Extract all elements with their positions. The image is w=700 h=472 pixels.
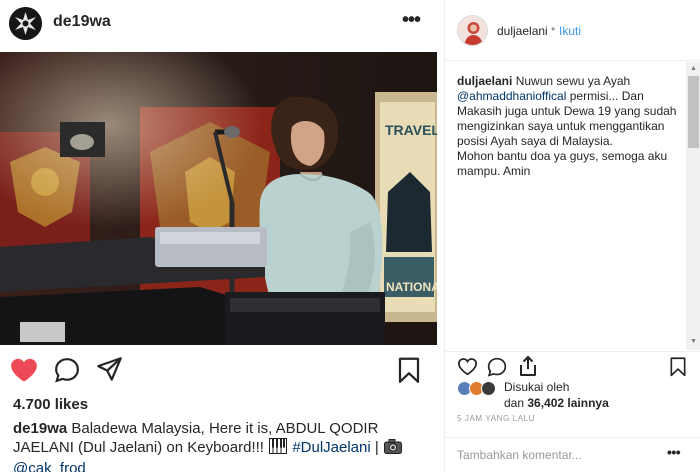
liked-others-prefix: dan bbox=[504, 396, 525, 410]
liker-avatar[interactable] bbox=[481, 381, 496, 396]
share-icon[interactable] bbox=[518, 355, 538, 377]
share-icon[interactable] bbox=[96, 356, 123, 383]
liked-by-label: Disukai oleh bbox=[504, 380, 570, 394]
add-comment-input[interactable] bbox=[457, 446, 657, 464]
caption-hashtag[interactable]: #DulJaelani bbox=[292, 439, 370, 456]
likers-avatars[interactable] bbox=[457, 381, 497, 399]
comment-icon[interactable] bbox=[487, 357, 507, 377]
poster-text-1: TRAVELS bbox=[385, 122, 437, 138]
scrollbar[interactable]: ▲ ▼ bbox=[686, 62, 700, 350]
post-photo[interactable]: TRAVELS NATIONA CAI bbox=[0, 52, 437, 345]
post-action-bar bbox=[0, 345, 437, 395]
post-header: de19wa ••• bbox=[0, 0, 437, 50]
heart-icon[interactable] bbox=[457, 357, 478, 376]
more-options-icon[interactable]: ••• bbox=[667, 444, 681, 460]
follow-button[interactable]: Ikuti bbox=[559, 24, 581, 38]
comments-area[interactable]: duljaelani Nuwun sewu ya Ayah @ahmaddhan… bbox=[445, 62, 700, 350]
camera-emoji-icon bbox=[383, 439, 402, 459]
bookmark-icon[interactable] bbox=[669, 357, 687, 377]
liked-others-suffix[interactable]: lainnya bbox=[567, 396, 608, 410]
scroll-up-arrow-icon[interactable]: ▲ bbox=[686, 64, 700, 74]
likes-count[interactable]: 4.700 likes bbox=[13, 396, 88, 413]
liked-others-count[interactable]: 36,402 bbox=[527, 396, 564, 410]
heart-icon[interactable] bbox=[10, 357, 38, 383]
comment-username[interactable]: duljaelani bbox=[457, 74, 512, 88]
more-options-icon[interactable]: ••• bbox=[402, 9, 421, 32]
scrollbar-thumb[interactable] bbox=[688, 76, 699, 148]
avatar[interactable] bbox=[9, 7, 42, 40]
comment-mention[interactable]: @ahmaddhanioffical bbox=[457, 89, 566, 103]
comment-text-1: Nuwun sewu ya Ayah bbox=[515, 74, 631, 88]
liked-others: dan 36,402 lainnya bbox=[504, 396, 609, 410]
panel-username[interactable]: duljaelani bbox=[497, 24, 548, 38]
poster-text-3: CAI bbox=[416, 297, 432, 307]
comment-icon[interactable] bbox=[54, 357, 80, 383]
poster-text-2: NATIONA bbox=[386, 280, 437, 294]
post-left: de19wa ••• TRAVEL NATIONA CAI 4.700 like… bbox=[0, 0, 437, 472]
separator-dot: • bbox=[551, 22, 556, 36]
post-timestamp[interactable]: 5 JAM YANG LALU bbox=[457, 414, 535, 423]
panel-action-bar bbox=[445, 351, 700, 381]
scroll-down-arrow-icon[interactable]: ▼ bbox=[686, 337, 700, 347]
post-caption: de19wa Baladewa Malaysia, Here it is, AB… bbox=[13, 419, 433, 472]
caption-username[interactable]: de19wa bbox=[13, 420, 67, 437]
add-comment-section: ••• bbox=[445, 437, 700, 472]
panel-header: duljaelani • Ikuti bbox=[445, 0, 700, 61]
caption-separator: | bbox=[374, 439, 379, 456]
bookmark-icon[interactable] bbox=[397, 357, 421, 384]
piano-emoji-icon bbox=[269, 438, 288, 459]
post-detail-panel: duljaelani • Ikuti duljaelani Nuwun sewu… bbox=[444, 0, 700, 472]
comment-text-3: Mohon bantu doa ya guys, semoga aku mamp… bbox=[457, 149, 668, 178]
post-username[interactable]: de19wa bbox=[53, 13, 111, 31]
owner-comment: duljaelani Nuwun sewu ya Ayah @ahmaddhan… bbox=[457, 74, 687, 179]
avatar[interactable] bbox=[457, 15, 488, 46]
caption-mention[interactable]: @cak_frod bbox=[13, 460, 86, 472]
